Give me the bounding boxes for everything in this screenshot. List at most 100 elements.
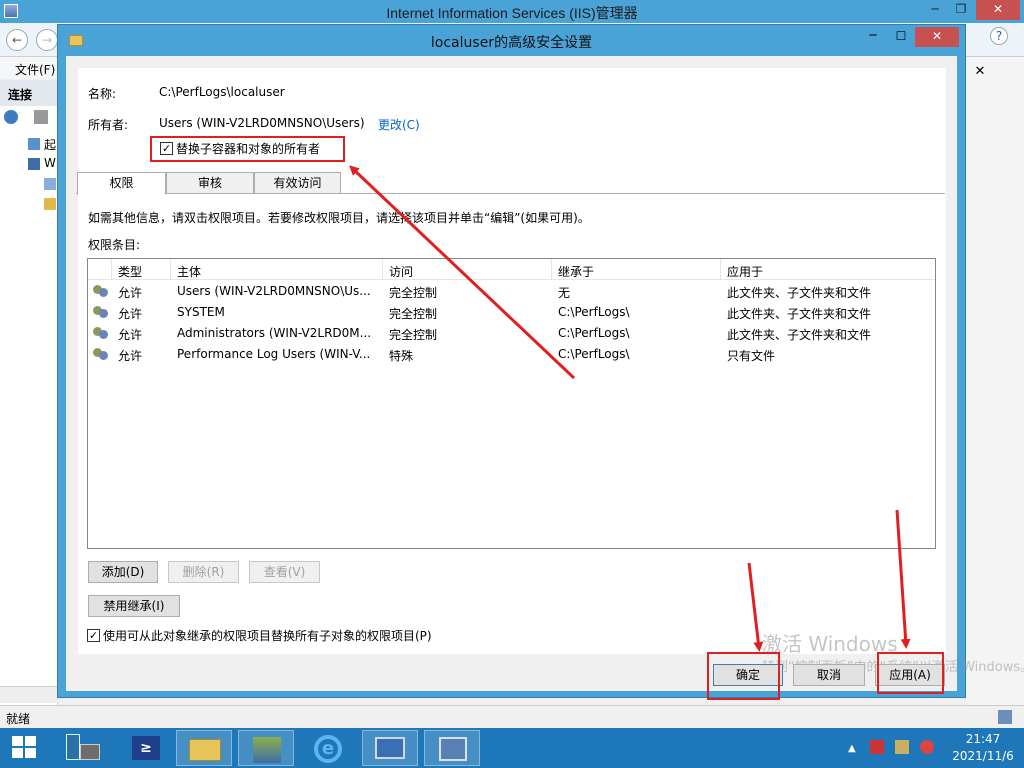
dialog-title: localuser的高级安全设置 [430, 35, 593, 51]
menu-file[interactable]: 文件(F) [15, 61, 55, 78]
disable-inheritance-button[interactable]: 禁用继承(I) [88, 595, 180, 617]
forward-arrow-icon[interactable]: → [36, 29, 58, 51]
cell-access: 完全控制 [389, 286, 438, 300]
column-header-inherited[interactable]: 继承于 [552, 259, 721, 280]
cell-principal: Performance Log Users (WIN-V... [177, 347, 371, 361]
cell-access: 特殊 [389, 349, 414, 363]
users-icon [93, 284, 109, 298]
cell-access: 完全控制 [389, 328, 438, 342]
connections-toolbar [0, 107, 58, 129]
annotation-box-ok [707, 652, 780, 700]
powershell-icon[interactable]: ≥ [118, 730, 174, 766]
permission-entries-label: 权限条目: [88, 238, 141, 252]
dialog-title-bar: localuser的高级安全设置 ─ ☐ ✕ [58, 25, 965, 56]
owner-label: 所有者: [88, 118, 129, 132]
status-bar: 就绪 [0, 705, 1024, 728]
globe-icon[interactable] [4, 110, 18, 124]
column-header-applies[interactable]: 应用于 [721, 259, 935, 280]
tab-auditing[interactable]: 审核 [166, 172, 254, 194]
name-value: C:\PerfLogs\localuser [159, 85, 285, 99]
dialog-close-button[interactable]: ✕ [915, 27, 959, 47]
tab-permissions[interactable]: 权限 [77, 172, 166, 195]
replace-child-permissions-checkbox[interactable]: ✓ [87, 629, 100, 642]
cell-inherited: C:\PerfLogs\ [558, 326, 630, 340]
users-icon [93, 326, 109, 340]
tab-effective-access[interactable]: 有效访问 [254, 172, 341, 194]
column-header-type[interactable]: 类型 [112, 259, 171, 280]
server-icon [28, 138, 40, 150]
checkmark-icon: ✓ [88, 629, 99, 642]
cell-applies: 此文件夹、子文件夹和文件 [727, 286, 872, 300]
remove-button[interactable]: 删除(R) [168, 561, 239, 583]
cell-applies: 只有文件 [727, 349, 776, 363]
view-button[interactable]: 查看(V) [249, 561, 320, 583]
replace-child-permissions-label: 使用可从此对象继承的权限项目替换所有子对象的权限项目(P) [103, 629, 432, 643]
back-arrow-icon[interactable]: ← [6, 29, 28, 51]
network-error-icon[interactable] [895, 740, 909, 754]
owner-value: Users (WIN-V2LRD0MNSNO\Users) [159, 116, 365, 130]
annotation-box-apply [877, 652, 944, 694]
add-button[interactable]: 添加(D) [88, 561, 158, 583]
table-row[interactable]: 允许 Performance Log Users (WIN-V... 特殊 C:… [88, 344, 935, 365]
cell-inherited: C:\PerfLogs\ [558, 305, 630, 319]
cell-type: 允许 [118, 307, 143, 321]
flag-warning-icon[interactable] [870, 740, 884, 754]
clock-time: 21:47 [965, 732, 1001, 746]
remote-desktop-icon[interactable] [362, 730, 418, 766]
cell-inherited: 无 [558, 286, 571, 300]
close-button[interactable]: ✕ [976, 0, 1020, 20]
cancel-button[interactable]: 取消 [793, 664, 865, 686]
network-computer-icon[interactable] [424, 730, 480, 766]
volume-muted-icon[interactable] [920, 740, 934, 754]
table-row[interactable]: 允许 SYSTEM 完全控制 C:\PerfLogs\ 此文件夹、子文件夹和文件 [88, 302, 935, 323]
info-text: 如需其他信息，请双击权限项目。若要修改权限项目，请选择该项目并单击“编辑”(如果… [88, 211, 590, 225]
table-row[interactable]: 允许 Users (WIN-V2LRD0MNSNO\Us... 完全控制 无 此… [88, 281, 935, 302]
cell-principal: SYSTEM [177, 305, 225, 319]
connections-panel: 连接 起 W [0, 80, 58, 705]
tray-expand-icon[interactable]: ▲ [848, 743, 856, 754]
save-icon[interactable] [34, 110, 48, 124]
status-text: 就绪 [6, 712, 31, 726]
dialog-minimize-button[interactable]: ─ [860, 27, 886, 47]
windows-start-icon[interactable] [12, 736, 38, 760]
iis-window-title: Internet Information Services (IIS)管理器 [386, 5, 638, 21]
server-manager-icon[interactable] [56, 730, 112, 766]
horizontal-scrollbar[interactable] [0, 686, 58, 703]
actions-panel [966, 62, 1024, 705]
maximize-button[interactable]: ❐ [948, 0, 974, 20]
internet-explorer-icon[interactable]: e [300, 730, 356, 766]
connections-header: 连接 [0, 80, 58, 106]
iis-manager-taskbar-icon[interactable] [238, 730, 294, 766]
column-header-principal[interactable]: 主体 [171, 259, 383, 280]
help-icon[interactable]: ? [990, 27, 1008, 45]
dialog-maximize-button[interactable]: ☐ [888, 27, 914, 47]
network-status-icon [998, 710, 1012, 724]
cell-applies: 此文件夹、子文件夹和文件 [727, 328, 872, 342]
app-pool-icon [44, 178, 56, 190]
taskbar: ≥ e ▲ 21:47 2021/11/6 [0, 728, 1024, 768]
annotation-box-replace-owner [150, 136, 345, 162]
column-header-access[interactable]: 访问 [383, 259, 552, 280]
users-icon [93, 347, 109, 361]
cell-principal: Administrators (WIN-V2LRD0M... [177, 326, 372, 340]
minimize-button[interactable]: ─ [922, 0, 948, 20]
cell-type: 允许 [118, 286, 143, 300]
cell-type: 允许 [118, 328, 143, 342]
sites-folder-icon [44, 198, 56, 210]
cell-inherited: C:\PerfLogs\ [558, 347, 630, 361]
cell-principal: Users (WIN-V2LRD0MNSNO\Us... [177, 284, 371, 298]
close-pane-icon[interactable]: ✕ [968, 64, 992, 82]
cell-applies: 此文件夹、子文件夹和文件 [727, 307, 872, 321]
taskbar-clock[interactable]: 21:47 2021/11/6 [948, 731, 1018, 765]
change-owner-link[interactable]: 更改(C) [378, 116, 420, 133]
users-icon [93, 305, 109, 319]
permission-entries-list[interactable]: 类型 主体 访问 继承于 应用于 允许 Users (WIN-V2LRD0MNS… [87, 258, 936, 549]
cell-access: 完全控制 [389, 307, 438, 321]
tree-item-server[interactable]: W [44, 156, 56, 170]
clock-date: 2021/11/6 [952, 749, 1014, 763]
file-explorer-icon[interactable] [176, 730, 232, 766]
table-row[interactable]: 允许 Administrators (WIN-V2LRD0M... 完全控制 C… [88, 323, 935, 344]
cell-type: 允许 [118, 349, 143, 363]
tree-item-start[interactable]: 起 [44, 136, 56, 153]
column-header-icon [88, 259, 112, 280]
